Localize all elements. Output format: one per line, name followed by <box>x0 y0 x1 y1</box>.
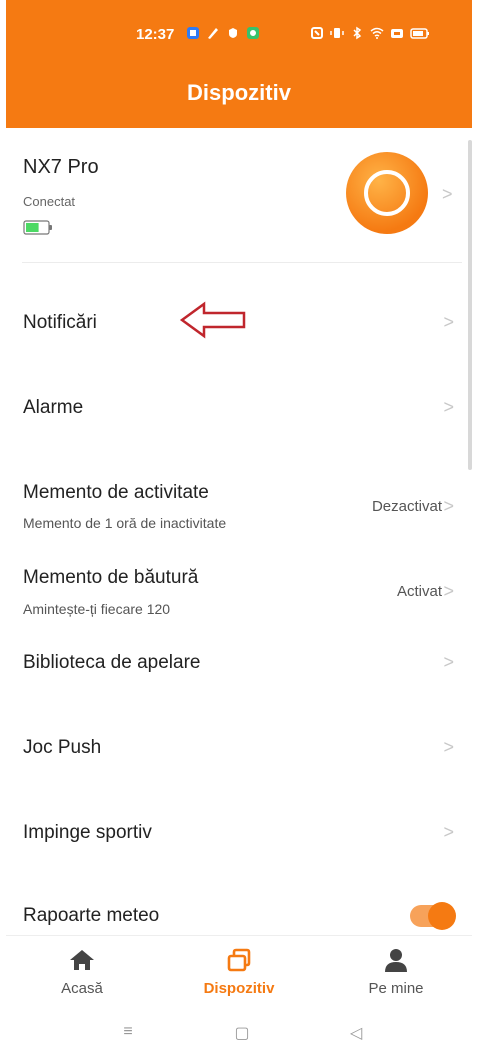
menu-item-weather-reports[interactable]: Rapoarte meteo <box>6 859 472 944</box>
home-icon <box>70 950 94 970</box>
weather-toggle[interactable] <box>410 902 456 930</box>
device-icon <box>227 948 251 972</box>
user-icon <box>385 949 407 972</box>
green-app-icon <box>247 27 259 39</box>
back-icon[interactable]: ◁ <box>346 1023 366 1043</box>
chevron-right-icon: > <box>442 184 453 204</box>
tab-label: Pe mine <box>368 980 424 997</box>
divider <box>22 262 462 263</box>
menu-item-label: Rapoarte meteo <box>23 905 160 926</box>
menu-item-label: Alarme <box>23 397 84 418</box>
chevron-right-icon: > <box>443 737 454 757</box>
tab-label: Dispozitiv <box>203 980 275 997</box>
menu-item-drink-reminder[interactable]: Memento de băutură Amintește-ți fiecare … <box>6 519 472 617</box>
status-time: 12:37 <box>136 26 175 43</box>
menu-item-dial-library[interactable]: Biblioteca de apelare > <box>6 604 472 689</box>
paint-icon <box>208 28 218 39</box>
nfc-icon <box>311 27 323 39</box>
chevron-right-icon: > <box>443 312 454 332</box>
menu-item-label: Notificări <box>23 312 97 333</box>
tab-device[interactable]: Dispozitiv <box>179 946 299 997</box>
menu-item-label: Joc Push <box>23 737 102 758</box>
status-right-icons <box>310 26 430 40</box>
home-button-icon[interactable]: ▢ <box>232 1023 252 1043</box>
bottom-tab-bar: Acasă Dispozitiv Pe mine <box>6 935 472 1015</box>
menu-item-label: Memento de activitate <box>23 482 209 503</box>
menu-item-value: Dezactivat <box>371 498 442 515</box>
status-bar: 12:37 <box>6 18 472 54</box>
chevron-right-icon: > <box>443 496 454 516</box>
battery-icon <box>410 28 429 39</box>
tab-home[interactable]: Acasă <box>22 946 142 997</box>
page-title: Dispozitiv <box>187 80 291 105</box>
wifi-icon <box>370 27 384 39</box>
device-status: Conectat <box>23 194 76 209</box>
menu-item-sport-push[interactable]: Impinge sportiv > <box>6 774 472 859</box>
chevron-right-icon: > <box>443 581 454 601</box>
app-icon-blue <box>187 27 199 39</box>
menu-item-label: Memento de băutură <box>23 567 199 588</box>
app-header: 12:37 Dispozitiv <box>6 0 472 128</box>
menu-item-activity-reminder[interactable]: Memento de activitate Memento de 1 oră d… <box>6 434 472 531</box>
bluetooth-icon <box>353 26 362 40</box>
chevron-right-icon: > <box>443 652 454 672</box>
vibrate-icon <box>330 28 344 38</box>
shield-icon <box>229 28 237 38</box>
watch-image <box>346 152 428 234</box>
menu-item-label: Biblioteca de apelare <box>23 652 201 673</box>
menu-item-value: Activat <box>396 583 442 600</box>
battery-level-icon <box>23 220 52 235</box>
tab-profile[interactable]: Pe mine <box>336 946 456 997</box>
settings-list: Notificări > Alarme > Memento de activit… <box>6 264 472 944</box>
device-name: NX7 Pro <box>23 156 99 178</box>
chevron-right-icon: > <box>443 822 454 842</box>
menu-item-alarms[interactable]: Alarme > <box>6 349 472 434</box>
tab-label: Acasă <box>61 980 103 997</box>
annotation-arrow-icon <box>179 301 246 339</box>
menu-item-label: Impinge sportiv <box>23 822 152 843</box>
watch-face-icon <box>364 170 410 216</box>
device-card[interactable]: NX7 Pro Conectat > <box>6 128 472 264</box>
signal-icon <box>391 29 403 38</box>
toggle-knob <box>428 902 456 930</box>
menu-icon[interactable]: ≡ <box>118 1023 138 1043</box>
chevron-right-icon: > <box>443 397 454 417</box>
menu-item-game-push[interactable]: Joc Push > <box>6 689 472 774</box>
status-left-icons <box>186 26 260 40</box>
system-nav-bar: ≡ ▢ ◁ <box>6 1015 472 1050</box>
scrollbar[interactable] <box>468 140 472 470</box>
